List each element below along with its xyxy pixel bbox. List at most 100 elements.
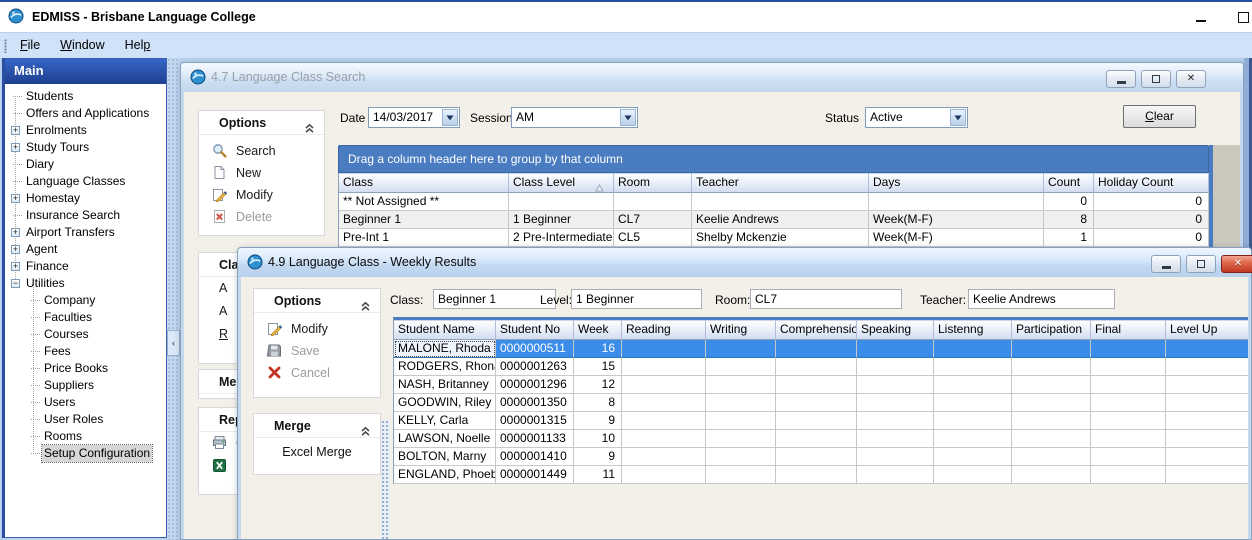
menu-item-file[interactable]: File (10, 33, 50, 58)
dropdown-arrow-icon[interactable] (620, 109, 636, 126)
column-header-speaking[interactable]: Speaking (857, 320, 934, 340)
minimize-button[interactable] (1151, 255, 1181, 273)
sidebar-item-company[interactable]: Company (5, 292, 166, 309)
menu-item-window[interactable]: Window (50, 33, 114, 58)
results-options-save-button[interactable]: Save (254, 340, 380, 362)
date-picker[interactable]: 14/03/2017 (368, 107, 460, 128)
table-row[interactable]: GOODWIN, Riley00000013508 (394, 394, 1248, 412)
column-header-reading[interactable]: Reading (622, 320, 706, 340)
excel-merge-button[interactable]: Excel Merge (254, 438, 380, 466)
expand-icon[interactable]: + (11, 194, 20, 203)
expand-icon[interactable]: + (11, 143, 20, 152)
sidebar-item-airport-transfers[interactable]: +Airport Transfers (5, 224, 166, 241)
table-row[interactable]: LAWSON, Noelle000000113310 (394, 430, 1248, 448)
sidebar-item-setup-configuration[interactable]: Setup Configuration (5, 445, 166, 462)
results-options-cancel-button[interactable]: Cancel (254, 362, 380, 384)
collapse-chevron-icon[interactable] (360, 296, 371, 307)
table-row[interactable]: KELLY, Carla00000013159 (394, 412, 1248, 430)
table-row[interactable]: RODGERS, Rhona000000126315 (394, 358, 1248, 376)
merge-panel-header[interactable]: Merge (254, 414, 380, 438)
table-row[interactable]: Pre-Int 12 Pre-IntermediateCL5Shelby Mck… (339, 229, 1209, 247)
sidebar-item-suppliers[interactable]: Suppliers (5, 377, 166, 394)
sidebar-item-diary[interactable]: Diary (5, 156, 166, 173)
clear-button[interactable]: Clear (1123, 105, 1196, 128)
menu-grip-handle[interactable] (4, 39, 7, 53)
results-options-modify-button[interactable]: Modify (254, 318, 380, 340)
search-options-modify-button[interactable]: Modify (199, 184, 324, 206)
collapse-chevron-icon[interactable] (360, 421, 371, 432)
maximize-button[interactable] (1141, 70, 1171, 88)
sidebar-item-fees[interactable]: Fees (5, 343, 166, 360)
column-header-listenng[interactable]: Listenng (934, 320, 1012, 340)
sidebar-item-offers-and-applications[interactable]: Offers and Applications (5, 105, 166, 122)
table-row[interactable]: BOLTON, Marny00000014109 (394, 448, 1248, 466)
column-header-days[interactable]: Days (869, 173, 1044, 193)
sidebar-item-rooms[interactable]: Rooms (5, 428, 166, 445)
results-window-titlebar[interactable]: 4.9 Language Class - Weekly Results ✕ (238, 248, 1251, 277)
sidebar-item-utilities[interactable]: −Utilities (5, 275, 166, 292)
sidebar-item-agent[interactable]: +Agent (5, 241, 166, 258)
room-field[interactable] (750, 289, 902, 309)
expand-icon[interactable]: + (11, 245, 20, 254)
maximize-button[interactable] (1234, 2, 1252, 32)
level-field[interactable] (571, 289, 702, 309)
column-header-comprehension[interactable]: Comprehension (776, 320, 857, 340)
table-row[interactable]: NASH, Britanney000000129612 (394, 376, 1248, 394)
group-by-bar[interactable]: Drag a column header here to group by th… (338, 145, 1209, 173)
dropdown-arrow-icon[interactable] (950, 109, 966, 126)
status-dropdown[interactable]: Active (865, 107, 968, 128)
menu-item-help[interactable]: Help (115, 33, 161, 58)
collapse-icon[interactable]: − (11, 279, 20, 288)
close-button[interactable]: ✕ (1176, 70, 1206, 88)
session-dropdown[interactable]: AM (511, 107, 638, 128)
maximize-button[interactable] (1186, 255, 1216, 273)
column-header-class-level[interactable]: Class Level (509, 173, 614, 193)
sidebar-item-users[interactable]: Users (5, 394, 166, 411)
options-panel-header[interactable]: Options (199, 111, 324, 135)
search-options-delete-button[interactable]: Delete (199, 206, 324, 228)
sidebar-item-homestay[interactable]: +Homestay (5, 190, 166, 207)
column-header-count[interactable]: Count (1044, 173, 1094, 193)
dropdown-arrow-icon[interactable] (442, 109, 458, 126)
table-row[interactable]: Beginner 11 BeginnerCL7Keelie AndrewsWee… (339, 211, 1209, 229)
sidebar-item-study-tours[interactable]: +Study Tours (5, 139, 166, 156)
column-header-student-no[interactable]: Student No (496, 320, 574, 340)
sidebar-item-finance[interactable]: +Finance (5, 258, 166, 275)
table-row[interactable]: ENGLAND, Phoebe000000144911 (394, 466, 1248, 484)
column-header-student-name[interactable]: Student Name (394, 320, 496, 340)
column-header-holiday-count[interactable]: Holiday Count (1094, 173, 1209, 193)
sidebar-splitter[interactable]: ‹ (167, 58, 180, 540)
app-titlebar[interactable]: EDMISS - Brisbane Language College (0, 2, 1252, 32)
column-header-teacher[interactable]: Teacher (692, 173, 869, 193)
table-row[interactable]: ** Not Assigned **00 (339, 193, 1209, 211)
class-field[interactable] (433, 289, 556, 309)
table-row[interactable]: MALONE, Rhoda000000051116 (394, 340, 1248, 358)
close-button[interactable]: ✕ (1221, 255, 1252, 273)
minimize-button[interactable] (1188, 2, 1214, 32)
expand-icon[interactable]: + (11, 262, 20, 271)
column-header-class[interactable]: Class (339, 173, 509, 193)
expand-icon[interactable]: + (11, 228, 20, 237)
column-header-level-up[interactable]: Level Up (1166, 320, 1248, 340)
panel-splitter[interactable] (381, 420, 390, 539)
sidebar-item-students[interactable]: Students (5, 88, 166, 105)
column-header-writing[interactable]: Writing (706, 320, 776, 340)
search-options-search-button[interactable]: Search (199, 140, 324, 162)
teacher-field[interactable] (968, 289, 1115, 309)
search-window-titlebar[interactable]: 4.7 Language Class Search ✕ (181, 63, 1243, 92)
column-header-participation[interactable]: Participation (1012, 320, 1091, 340)
column-header-room[interactable]: Room (614, 173, 692, 193)
collapse-sidebar-button[interactable]: ‹ (167, 330, 180, 356)
sidebar-item-price-books[interactable]: Price Books (5, 360, 166, 377)
sidebar-item-user-roles[interactable]: User Roles (5, 411, 166, 428)
column-header-week[interactable]: Week (574, 320, 622, 340)
expand-icon[interactable]: + (11, 126, 20, 135)
options-panel-header[interactable]: Options (254, 289, 380, 313)
search-options-new-button[interactable]: New (199, 162, 324, 184)
minimize-button[interactable] (1106, 70, 1136, 88)
column-header-final[interactable]: Final (1091, 320, 1166, 340)
sidebar-item-faculties[interactable]: Faculties (5, 309, 166, 326)
sidebar-item-courses[interactable]: Courses (5, 326, 166, 343)
sidebar-item-insurance-search[interactable]: Insurance Search (5, 207, 166, 224)
sidebar-item-language-classes[interactable]: Language Classes (5, 173, 166, 190)
